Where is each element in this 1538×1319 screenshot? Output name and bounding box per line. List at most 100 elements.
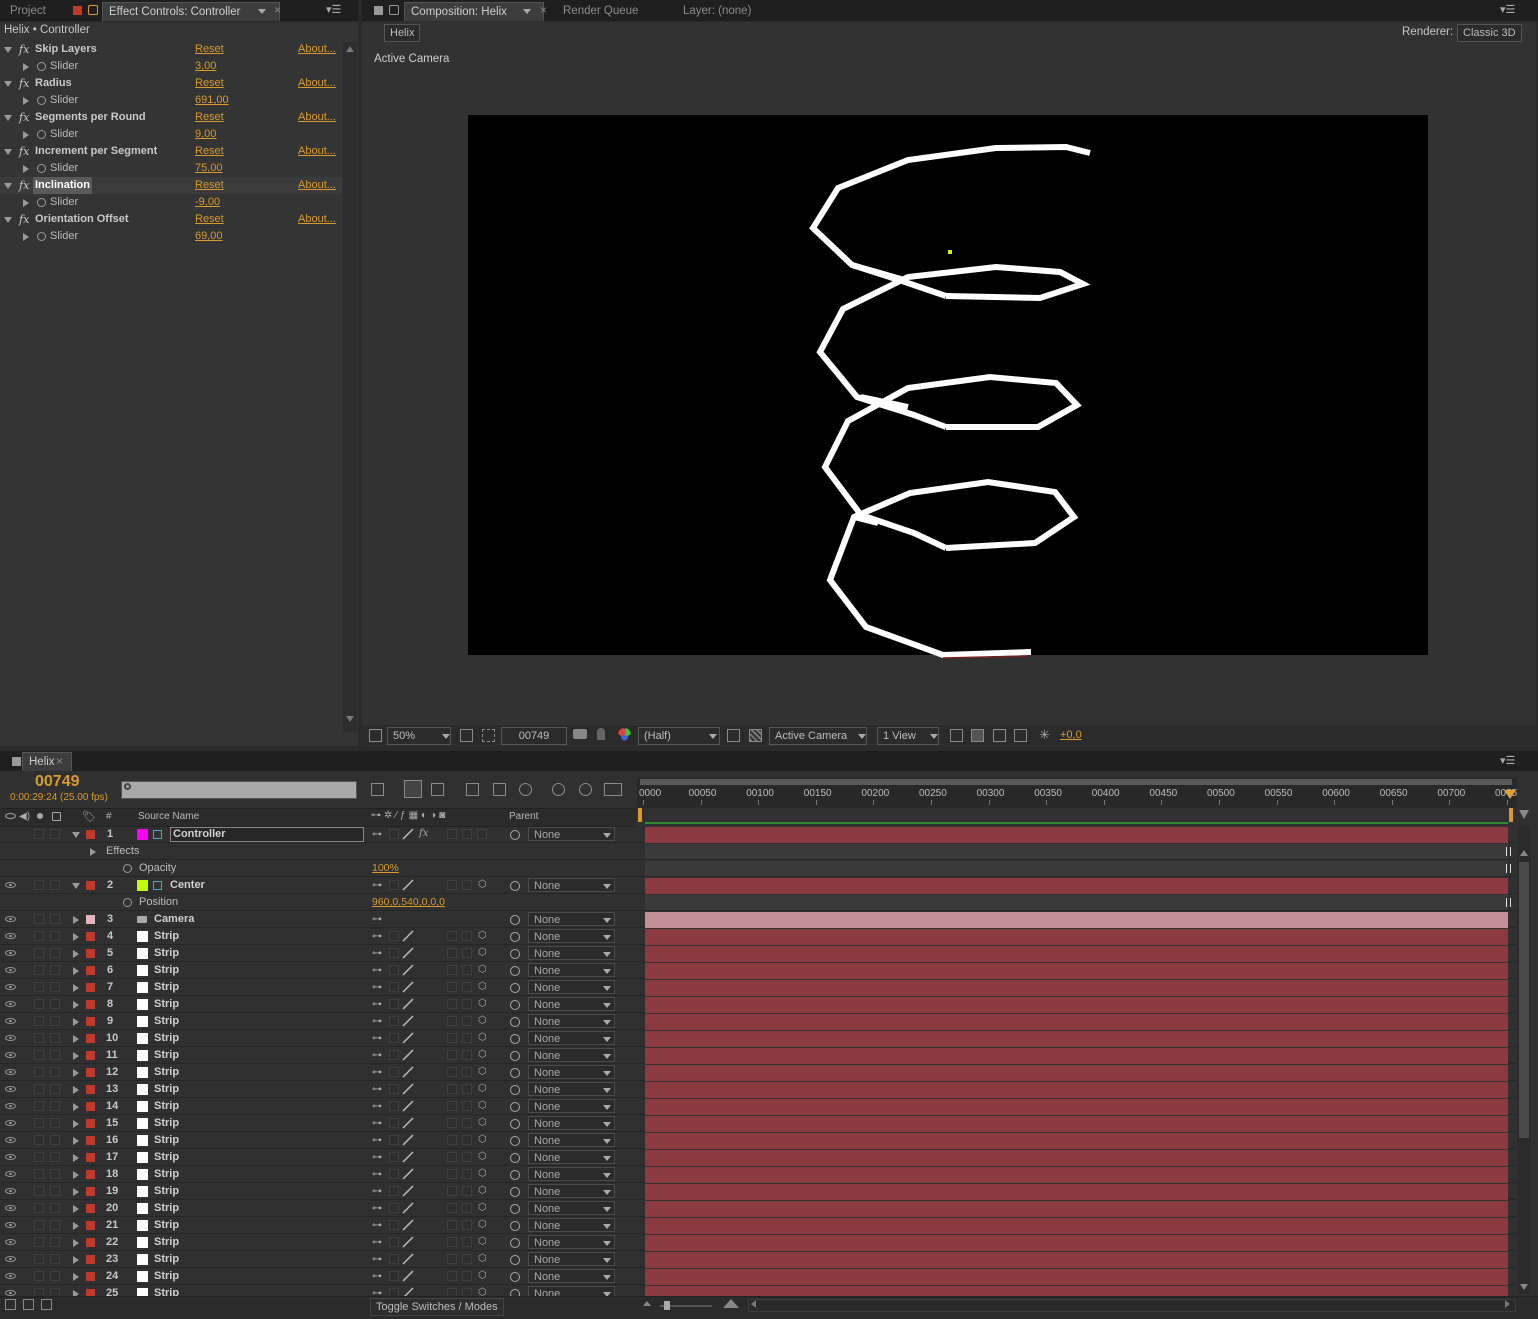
layer-name[interactable]: Strip <box>154 1081 179 1098</box>
stopwatch-icon[interactable] <box>123 864 132 873</box>
column-source-name-header[interactable]: Source Name <box>138 811 199 822</box>
cube-3d-icon[interactable]: ⬡ <box>478 1016 487 1026</box>
parent-dropdown[interactable]: None <box>528 1065 615 1079</box>
adjustment-toggle[interactable] <box>462 1237 472 1247</box>
adjustment-toggle[interactable] <box>462 880 472 890</box>
motion-blur-toggle[interactable] <box>447 965 457 975</box>
eye-icon[interactable] <box>5 813 16 819</box>
expand-triangle-icon[interactable] <box>73 1086 79 1094</box>
effect-param-row[interactable]: Slider 69,00 <box>0 228 342 245</box>
effect-param-row[interactable]: Slider -9,00 <box>0 194 342 211</box>
adjustment-toggle[interactable] <box>462 1203 472 1213</box>
pickwhip-icon[interactable] <box>510 1034 520 1044</box>
shy-icon[interactable]: ⊶ <box>372 1289 382 1297</box>
cube-3d-icon[interactable]: ⬡ <box>478 1050 487 1060</box>
property-row[interactable]: Position 960,0,540,0,0,0 <box>0 894 1538 911</box>
cube-3d-icon[interactable]: ⬡ <box>478 1220 487 1230</box>
pickwhip-icon[interactable] <box>510 1221 520 1231</box>
view-dropdown-icon[interactable] <box>858 734 866 739</box>
quality-slash-icon[interactable] <box>402 1287 414 1296</box>
layer-row[interactable]: 9 Strip ⊶ ⬡ None <box>0 1013 1538 1030</box>
label-color-swatch[interactable] <box>86 915 95 924</box>
eye-icon[interactable] <box>5 1018 16 1024</box>
expand-triangle-icon[interactable] <box>73 1120 79 1128</box>
flowchart-icon[interactable] <box>1014 729 1027 742</box>
pickwhip-icon[interactable] <box>510 1238 520 1248</box>
quality-toggle[interactable] <box>389 982 399 992</box>
layer-row[interactable]: 17 Strip ⊶ ⬡ None <box>0 1149 1538 1166</box>
lock-toggle[interactable] <box>50 1288 60 1296</box>
work-area-start-handle[interactable] <box>638 808 642 822</box>
shy-icon[interactable]: ⊶ <box>372 1102 382 1112</box>
parent-dropdown-icon[interactable] <box>603 1224 611 1229</box>
parent-dropdown-icon[interactable] <box>603 1275 611 1280</box>
quality-toggle[interactable] <box>389 1220 399 1230</box>
stopwatch-icon[interactable] <box>37 232 46 241</box>
scroll-down-icon[interactable] <box>346 716 354 722</box>
motion-blur-icon[interactable] <box>493 783 506 796</box>
layer-name[interactable]: Strip <box>154 1268 179 1285</box>
layer-row[interactable]: 18 Strip ⊶ ⬡ None <box>0 1166 1538 1183</box>
eye-icon[interactable] <box>5 1188 16 1194</box>
solo-toggle[interactable] <box>34 880 44 890</box>
expand-triangle-icon[interactable] <box>73 1188 79 1196</box>
tab-effect-controls[interactable]: Effect Controls: Controller <box>102 2 280 21</box>
layer-duration-bar[interactable] <box>645 878 1508 894</box>
param-value[interactable]: 9,00 <box>195 126 216 143</box>
parent-dropdown[interactable]: None <box>528 1218 615 1232</box>
param-value[interactable]: 69,00 <box>195 228 223 245</box>
transparency-grid-icon[interactable] <box>749 729 762 742</box>
motion-blur-toggle[interactable] <box>447 1118 457 1128</box>
layer-name[interactable]: Strip <box>154 1285 179 1296</box>
adjustment-toggle[interactable] <box>462 1101 472 1111</box>
adjustment-toggle[interactable] <box>462 1220 472 1230</box>
param-value[interactable]: 3,00 <box>195 58 216 75</box>
stopwatch-icon[interactable] <box>37 164 46 173</box>
layer-row[interactable]: 2 Center ⊶ ⬡ None <box>0 877 1538 894</box>
parent-dropdown-icon[interactable] <box>603 1207 611 1212</box>
layer-duration-bar[interactable] <box>645 980 1508 996</box>
quality-slash-icon[interactable] <box>402 1270 414 1282</box>
quality-slash-icon[interactable] <box>402 1219 414 1231</box>
close-icon[interactable]: × <box>274 3 281 17</box>
shy-icon[interactable]: ⊶ <box>372 1068 382 1078</box>
adjustment-toggle[interactable] <box>462 931 472 941</box>
quality-toggle[interactable] <box>389 1084 399 1094</box>
zoom-dropdown-icon[interactable] <box>442 734 450 739</box>
layer-row[interactable]: 20 Strip ⊶ ⬡ None <box>0 1200 1538 1217</box>
param-value[interactable]: 75,00 <box>195 160 223 177</box>
cube-3d-icon[interactable]: ⬡ <box>478 1084 487 1094</box>
expand-triangle-icon[interactable] <box>4 81 12 87</box>
motion-blur-toggle[interactable] <box>447 1220 457 1230</box>
layer-duration-bar[interactable] <box>645 1150 1508 1166</box>
current-time-indicator[interactable] <box>1504 790 1516 799</box>
solo-toggle[interactable] <box>34 931 44 941</box>
expand-triangle-icon[interactable] <box>72 883 80 889</box>
label-color-swatch[interactable] <box>86 1085 95 1094</box>
solo-toggle[interactable] <box>34 999 44 1009</box>
solo-toggle[interactable] <box>34 965 44 975</box>
motion-blur-toggle[interactable] <box>447 1033 457 1043</box>
layer-duration-bar[interactable] <box>645 1286 1508 1296</box>
shy-icon[interactable]: ⊶ <box>372 915 382 925</box>
scroll-left-icon[interactable] <box>751 1300 756 1308</box>
expand-triangle-icon[interactable] <box>90 848 96 856</box>
expand-triangle-icon[interactable] <box>73 1222 79 1230</box>
effect-reset-link[interactable]: Reset <box>195 211 224 228</box>
keyframe-end-marker[interactable] <box>1506 898 1511 907</box>
layer-name[interactable]: Strip <box>154 996 179 1013</box>
quality-toggle[interactable] <box>389 1135 399 1145</box>
keyframe-end-marker[interactable] <box>1506 864 1511 873</box>
eye-icon[interactable] <box>5 1035 16 1041</box>
shy-icon[interactable]: ⊶ <box>372 1051 382 1061</box>
shy-icon[interactable]: ⊶ <box>372 1204 382 1214</box>
resolution-dropdown-icon[interactable] <box>709 734 717 739</box>
region-of-interest-icon[interactable] <box>727 729 740 742</box>
quality-toggle[interactable] <box>389 1118 399 1128</box>
quality-slash-icon[interactable] <box>402 981 414 993</box>
parent-dropdown-icon[interactable] <box>603 1122 611 1127</box>
label-color-swatch[interactable] <box>86 1187 95 1196</box>
layer-name[interactable]: Strip <box>154 1183 179 1200</box>
layer-row[interactable]: 7 Strip ⊶ ⬡ None <box>0 979 1538 996</box>
adjustment-toggle[interactable] <box>462 1050 472 1060</box>
